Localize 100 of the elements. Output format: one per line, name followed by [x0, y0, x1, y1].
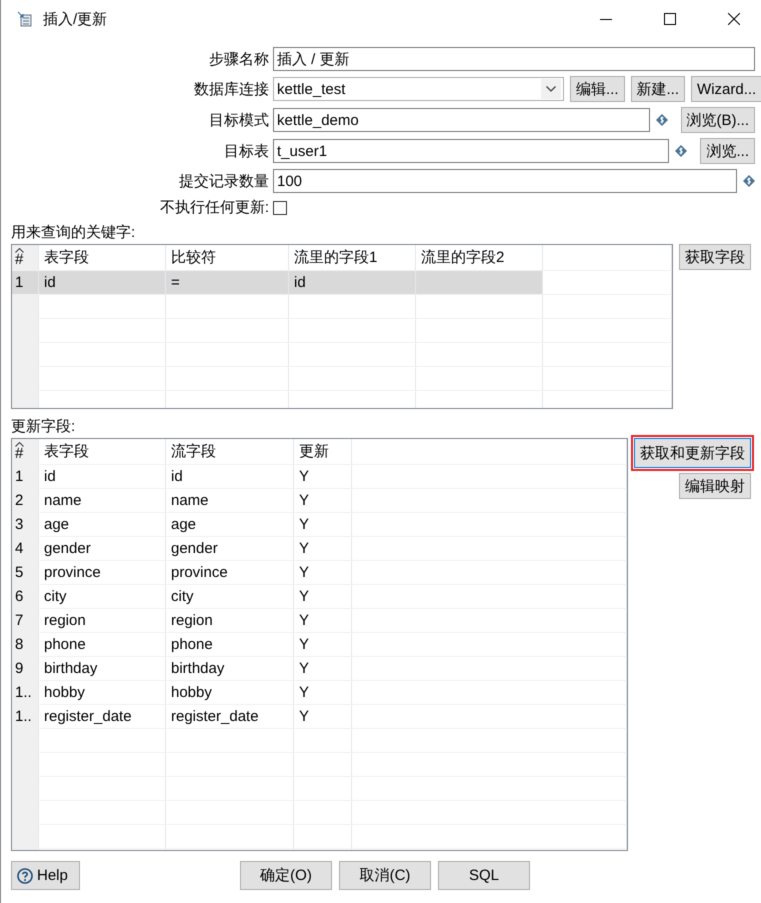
row-number: 5	[15, 564, 24, 581]
table-cell: Y	[299, 612, 310, 629]
table-cell: Y	[299, 564, 310, 581]
connection-button[interactable]: 新建...	[630, 76, 686, 102]
field-label: 不执行任何更新:	[158, 198, 269, 217]
table-cell: gender	[171, 540, 218, 557]
table-cell: birthday	[44, 660, 98, 677]
connection-button[interactable]: Wizard...	[691, 76, 761, 102]
table-cell: gender	[44, 540, 91, 557]
table-cell: phone	[171, 636, 213, 653]
table-row[interactable]: 3 age age Y	[12, 513, 627, 537]
table-row[interactable]: 5 province province Y	[12, 561, 627, 585]
table-cell: =	[171, 274, 180, 291]
row-number: 7	[15, 612, 24, 629]
table-cell: name	[171, 492, 209, 509]
field-label: 提交记录数量	[178, 172, 269, 190]
row-number: 9	[15, 660, 24, 677]
table-cell: city	[44, 588, 66, 605]
table-cell: register_date	[44, 708, 132, 725]
help-button[interactable]: Help	[11, 861, 80, 890]
text-field[interactable]: kettle_demo	[273, 108, 650, 132]
row-number: 6	[15, 588, 24, 605]
field-label: 目标模式	[208, 110, 269, 130]
row-number: 2	[15, 492, 24, 509]
table-row[interactable]: 8 phone phone Y	[12, 633, 627, 657]
column-header[interactable]: 流里的字段2	[416, 245, 543, 270]
table-cell: age	[44, 516, 70, 533]
text-field[interactable]: t_user1	[273, 139, 670, 163]
checkbox[interactable]	[273, 200, 287, 214]
action-button[interactable]: 编辑映射	[679, 473, 751, 499]
close-icon[interactable]	[728, 13, 740, 25]
row-number: 3	[15, 516, 24, 533]
row-number: 1..	[15, 708, 32, 725]
table-cell: Y	[299, 684, 310, 701]
table-cell: register_date	[171, 708, 259, 725]
column-header[interactable]: 比较符	[166, 245, 289, 270]
table-row[interactable]: 1.. register_date register_date Y	[12, 705, 627, 729]
table-cell: hobby	[171, 684, 212, 701]
browse-button[interactable]: 浏览(B)...	[680, 107, 755, 133]
row-number: 8	[15, 636, 24, 653]
dropdown-field[interactable]: kettle_test	[273, 77, 564, 101]
section-label: 更新字段:	[11, 418, 76, 435]
table-row[interactable]: 7 region region Y	[12, 609, 627, 633]
dialog-button[interactable]: 取消(C)	[339, 861, 431, 890]
table-cell: age	[171, 516, 196, 533]
table-row[interactable]: 1 id id Y	[12, 465, 627, 489]
table-cell: Y	[299, 540, 310, 557]
table-cell: hobby	[44, 684, 85, 701]
text-field[interactable]: 100	[273, 169, 737, 193]
table-cell: Y	[299, 660, 310, 677]
table-cell: Y	[299, 516, 310, 533]
table-row[interactable]: 1 id = id	[12, 271, 672, 295]
maximize-icon[interactable]	[664, 13, 676, 25]
help-icon	[17, 868, 33, 884]
table-row[interactable]: 9 birthday birthday Y	[12, 657, 627, 681]
table-cell: region	[171, 612, 213, 629]
table-cell: Y	[299, 468, 310, 485]
column-header[interactable]: 表字段	[39, 439, 166, 464]
field-label: 目标表	[223, 142, 269, 160]
sort-icon	[15, 442, 24, 447]
table-cell: phone	[44, 636, 86, 653]
dialog-button[interactable]: SQL	[438, 861, 530, 890]
field-label: 步骤名称	[208, 50, 269, 68]
sort-icon	[15, 248, 24, 253]
dialog-button[interactable]: 确定(O)	[240, 861, 332, 890]
table-cell: Y	[299, 636, 310, 653]
window-title: 插入/更新	[43, 10, 108, 28]
table-cell: id	[44, 274, 56, 291]
action-button[interactable]: 获取和更新字段	[634, 438, 751, 468]
table-row[interactable]: 4 gender gender Y	[12, 537, 627, 561]
table-cell: id	[171, 468, 183, 485]
column-header[interactable]: 更新	[294, 439, 352, 464]
table-cell: region	[44, 612, 86, 629]
row-number: 1	[15, 468, 24, 485]
text-field[interactable]: 插入 / 更新	[273, 47, 755, 71]
action-button[interactable]: 获取字段	[679, 244, 751, 270]
chevron-down-icon	[546, 86, 556, 92]
column-header[interactable]: 流里的字段1	[289, 245, 416, 270]
column-header[interactable]: #	[15, 253, 24, 267]
table-cell: province	[171, 564, 228, 581]
table-cell: Y	[299, 708, 310, 725]
column-header[interactable]: 流字段	[166, 439, 294, 464]
connection-button[interactable]: 编辑...	[570, 76, 625, 102]
table-cell: Y	[299, 492, 310, 509]
field-label: 数据库连接	[193, 80, 269, 98]
row-number: 1	[15, 274, 24, 291]
column-header[interactable]: #	[15, 447, 24, 461]
table-row[interactable]: 6 city city Y	[12, 585, 627, 609]
app-icon	[17, 11, 33, 27]
table-row[interactable]: 1.. hobby hobby Y	[12, 681, 627, 705]
table-cell: Y	[299, 588, 310, 605]
table-cell: id	[44, 468, 56, 485]
table-cell: province	[44, 564, 101, 581]
row-number: 4	[15, 540, 24, 557]
column-header[interactable]: 表字段	[39, 245, 166, 270]
browse-button[interactable]: 浏览...	[700, 138, 755, 164]
table-cell: id	[294, 274, 306, 291]
table-row[interactable]: 2 name name Y	[12, 489, 627, 513]
table-cell: city	[171, 588, 194, 605]
row-number: 1..	[15, 684, 32, 701]
